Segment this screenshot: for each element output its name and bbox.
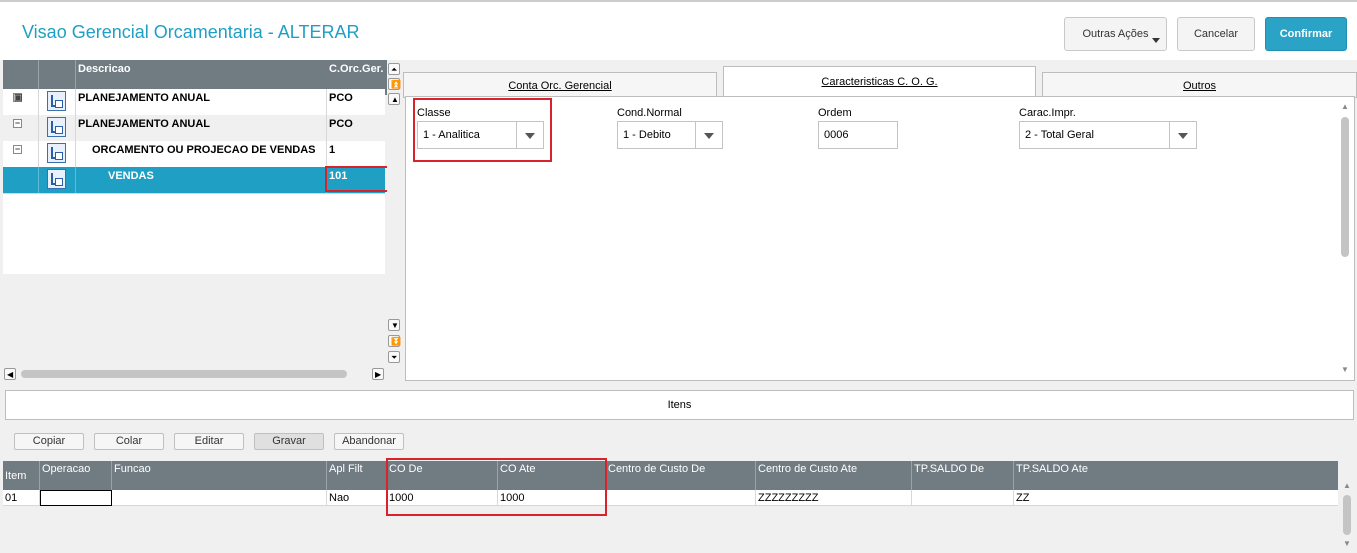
tree-row-code: PCO xyxy=(329,118,353,130)
items-grid-row[interactable]: 01 Nao 1000 1000 ZZZZZZZZZ ZZ xyxy=(3,490,1338,506)
cond-normal-label: Cond.Normal xyxy=(617,107,682,119)
characteristics-form: Classe 1 - Analitica Cond.Normal 1 - Deb… xyxy=(405,96,1355,381)
gravar-button[interactable]: Gravar xyxy=(254,433,324,450)
grid-vscrollbar[interactable]: ▲ ▼ xyxy=(1339,461,1355,553)
tree-vscrollbar[interactable]: ⏶ ⏫ ▲ ▼ ⏬ ⏷ xyxy=(387,60,401,370)
chevron-down-icon[interactable] xyxy=(1169,122,1196,148)
chevron-down-icon[interactable] xyxy=(695,122,722,148)
tree-row-description: ORCAMENTO OU PROJECAO DE VENDAS xyxy=(76,141,327,167)
tree-header-icon xyxy=(39,60,76,89)
tree-row-code: PCO xyxy=(329,92,353,104)
tab-caracteristicas[interactable]: Caracteristicas C. O. G. xyxy=(723,66,1036,97)
tree-hscrollbar[interactable]: ◀ ▶ xyxy=(3,367,385,381)
chevron-down-icon xyxy=(1152,38,1160,43)
scroll-up-icon[interactable]: ▲ xyxy=(1343,481,1351,490)
col-item[interactable]: Item xyxy=(3,461,40,490)
page-title: Visao Gerencial Orcamentaria - ALTERAR xyxy=(22,22,360,42)
collapse-icon[interactable]: − xyxy=(13,119,22,128)
col-tp-saldo-ate[interactable]: TP.SALDO Ate xyxy=(1014,461,1338,490)
cell-centro-custo-de[interactable] xyxy=(606,490,756,506)
highlight-box-code xyxy=(325,166,389,192)
scroll-first-button[interactable]: ⏶ xyxy=(388,63,400,75)
account-node-icon xyxy=(47,143,66,163)
cell-operacao[interactable] xyxy=(40,490,112,506)
scroll-left-button[interactable]: ◀ xyxy=(4,368,16,380)
tree-row-description: VENDAS xyxy=(76,167,327,193)
copiar-button[interactable]: Copiar xyxy=(14,433,84,450)
scroll-up-button[interactable]: ▲ xyxy=(388,93,400,105)
cond-normal-select[interactable]: 1 - Debito xyxy=(617,121,723,149)
col-funcao[interactable]: Funcao xyxy=(112,461,327,490)
col-centro-custo-de[interactable]: Centro de Custo De xyxy=(606,461,756,490)
scroll-page-up-button[interactable]: ⏫ xyxy=(388,78,401,90)
scroll-down-icon[interactable]: ▼ xyxy=(1341,365,1349,374)
cell-centro-custo-ate[interactable]: ZZZZZZZZZ xyxy=(756,490,912,506)
tree-row[interactable]: ▣ PLANEJAMENTO ANUAL PCO xyxy=(3,89,385,116)
carac-impr-label: Carac.Impr. xyxy=(1019,107,1076,119)
tree-header-expander xyxy=(3,60,39,89)
tab-outros[interactable]: Outros xyxy=(1042,72,1357,98)
cell-apl-filt[interactable]: Nao xyxy=(327,490,387,506)
other-actions-label: Outras Ações xyxy=(1082,28,1149,40)
scroll-down-button[interactable]: ▼ xyxy=(388,319,400,331)
highlight-box-classe xyxy=(413,98,552,162)
colar-button[interactable]: Colar xyxy=(94,433,164,450)
col-tp-saldo-de[interactable]: TP.SALDO De xyxy=(912,461,1014,490)
highlight-box-co-range xyxy=(386,458,607,516)
editar-button[interactable]: Editar xyxy=(174,433,244,450)
col-apl-filt[interactable]: Apl Filt xyxy=(327,461,387,490)
vscroll-thumb[interactable] xyxy=(1343,495,1351,535)
hscroll-thumb[interactable] xyxy=(21,370,347,378)
items-grid-header: Item Operacao Funcao Apl Filt CO De CO A… xyxy=(3,461,1338,490)
ordem-input[interactable]: 0006 xyxy=(818,121,898,149)
scroll-up-icon[interactable]: ▲ xyxy=(1341,102,1349,111)
col-centro-custo-ate[interactable]: Centro de Custo Ate xyxy=(756,461,912,490)
cell-tp-saldo-ate[interactable]: ZZ xyxy=(1014,490,1338,506)
top-header: Visao Gerencial Orcamentaria - ALTERAR O… xyxy=(0,0,1357,60)
cell-item: 01 xyxy=(3,490,40,506)
account-node-icon xyxy=(47,91,66,111)
account-node-icon xyxy=(47,117,66,137)
tree-empty-area xyxy=(3,194,385,274)
account-node-icon xyxy=(47,169,66,189)
tree-row-code: 1 xyxy=(329,144,336,156)
col-operacao[interactable]: Operacao xyxy=(40,461,112,490)
collapse-icon[interactable]: − xyxy=(13,145,22,154)
tree-row-description: PLANEJAMENTO ANUAL xyxy=(76,89,327,115)
itens-section-title: Itens xyxy=(5,390,1354,420)
vscroll-thumb[interactable] xyxy=(1341,117,1349,257)
other-actions-button[interactable]: Outras Ações xyxy=(1064,17,1167,51)
cell-tp-saldo-de[interactable] xyxy=(912,490,1014,506)
tree-row-description: PLANEJAMENTO ANUAL xyxy=(76,115,327,141)
scroll-last-button[interactable]: ⏷ xyxy=(388,351,400,363)
carac-impr-select[interactable]: 2 - Total Geral xyxy=(1019,121,1197,149)
tab-conta-orc-gerencial[interactable]: Conta Orc. Gerencial xyxy=(403,72,717,98)
collapse-icon[interactable]: ▣ xyxy=(13,93,23,102)
cancel-button[interactable]: Cancelar xyxy=(1177,17,1255,51)
scroll-right-button[interactable]: ▶ xyxy=(372,368,384,380)
scroll-page-down-button[interactable]: ⏬ xyxy=(388,335,401,347)
tree-row[interactable]: − ORCAMENTO OU PROJECAO DE VENDAS 1 xyxy=(3,141,385,168)
ordem-label: Ordem xyxy=(818,107,852,119)
scroll-down-icon[interactable]: ▼ xyxy=(1343,539,1351,548)
account-tree: Descricao C.Orc.Ger. ▣ PLANEJAMENTO ANUA… xyxy=(3,60,389,381)
cell-funcao[interactable] xyxy=(112,490,327,506)
abandonar-button[interactable]: Abandonar xyxy=(334,433,404,450)
confirm-button[interactable]: Confirmar xyxy=(1265,17,1347,51)
tree-row[interactable]: − PLANEJAMENTO ANUAL PCO xyxy=(3,115,385,142)
form-vscrollbar[interactable]: ▲ ▼ xyxy=(1337,99,1353,378)
